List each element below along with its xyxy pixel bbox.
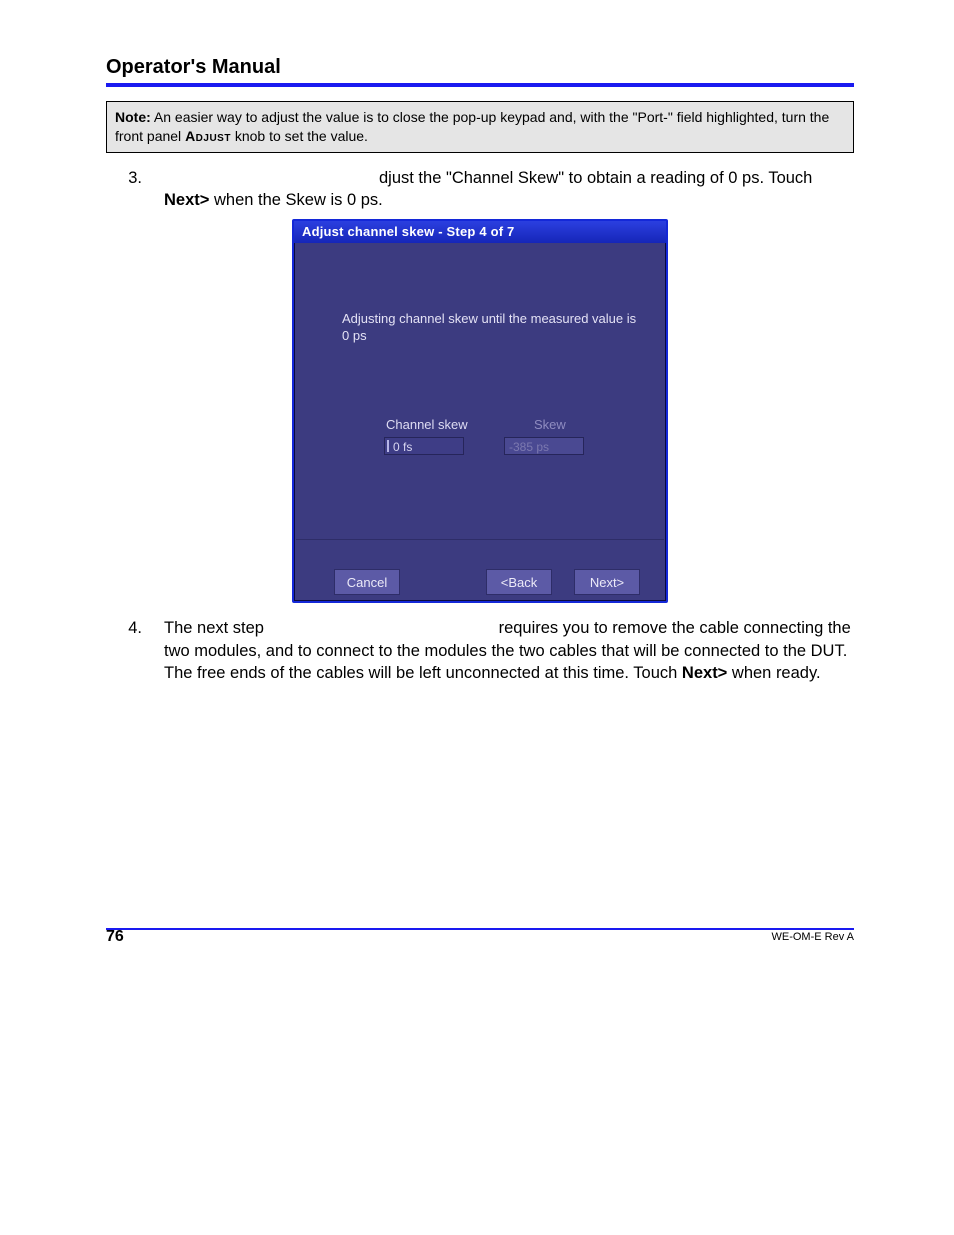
- page-title: Operator's Manual: [106, 56, 854, 79]
- step-4-body: The next step requires you to remove the…: [164, 617, 854, 684]
- step-3-body: djust the "Channel Skew" to obtain a rea…: [164, 167, 854, 212]
- footer-rule: [106, 928, 854, 930]
- note-adjust-knob: Adjust: [185, 128, 231, 144]
- next-button[interactable]: Next>: [574, 569, 640, 595]
- step-3-line1: djust the "Channel Skew" to obtain a rea…: [379, 169, 812, 187]
- step-3-number: 3.: [106, 167, 164, 189]
- revision-label: WE-OM-E Rev A: [771, 931, 854, 943]
- step-3: 3. djust the "Channel Skew" to obtain a …: [106, 167, 854, 212]
- step-3-next: Next>: [164, 191, 209, 209]
- wizard-title: Adjust channel skew - Step 4 of 7: [294, 221, 666, 243]
- document-page: Operator's Manual Note: An easier way to…: [0, 0, 954, 1235]
- cancel-button[interactable]: Cancel: [334, 569, 400, 595]
- wizard-dialog: Adjust channel skew - Step 4 of 7 Adjust…: [292, 219, 668, 603]
- note-prefix: Note:: [115, 109, 151, 125]
- wizard-container: Adjust channel skew - Step 4 of 7 Adjust…: [106, 219, 854, 603]
- wizard-instruction: Adjusting channel skew until the measure…: [342, 311, 638, 344]
- note-box: Note: An easier way to adjust the value …: [106, 101, 854, 153]
- step-3-line2: when the Skew is 0 ps.: [209, 191, 382, 209]
- header-rule: [106, 83, 854, 87]
- wizard-divider: [296, 539, 664, 540]
- step-4-lead: The next step: [164, 619, 264, 637]
- step-4-number: 4.: [106, 617, 164, 639]
- channel-skew-label: Channel skew: [386, 417, 468, 432]
- step-4-next: Next>: [682, 664, 727, 682]
- note-text-2: knob to set the value.: [231, 128, 368, 144]
- step-4-tail: when ready.: [727, 664, 820, 682]
- step-4: 4. The next step requires you to remove …: [106, 617, 854, 684]
- skew-field: -385 ps: [504, 437, 584, 455]
- channel-skew-field[interactable]: 0 fs: [384, 437, 464, 455]
- skew-label: Skew: [534, 417, 566, 432]
- back-button[interactable]: <Back: [486, 569, 552, 595]
- page-number: 76: [106, 928, 124, 946]
